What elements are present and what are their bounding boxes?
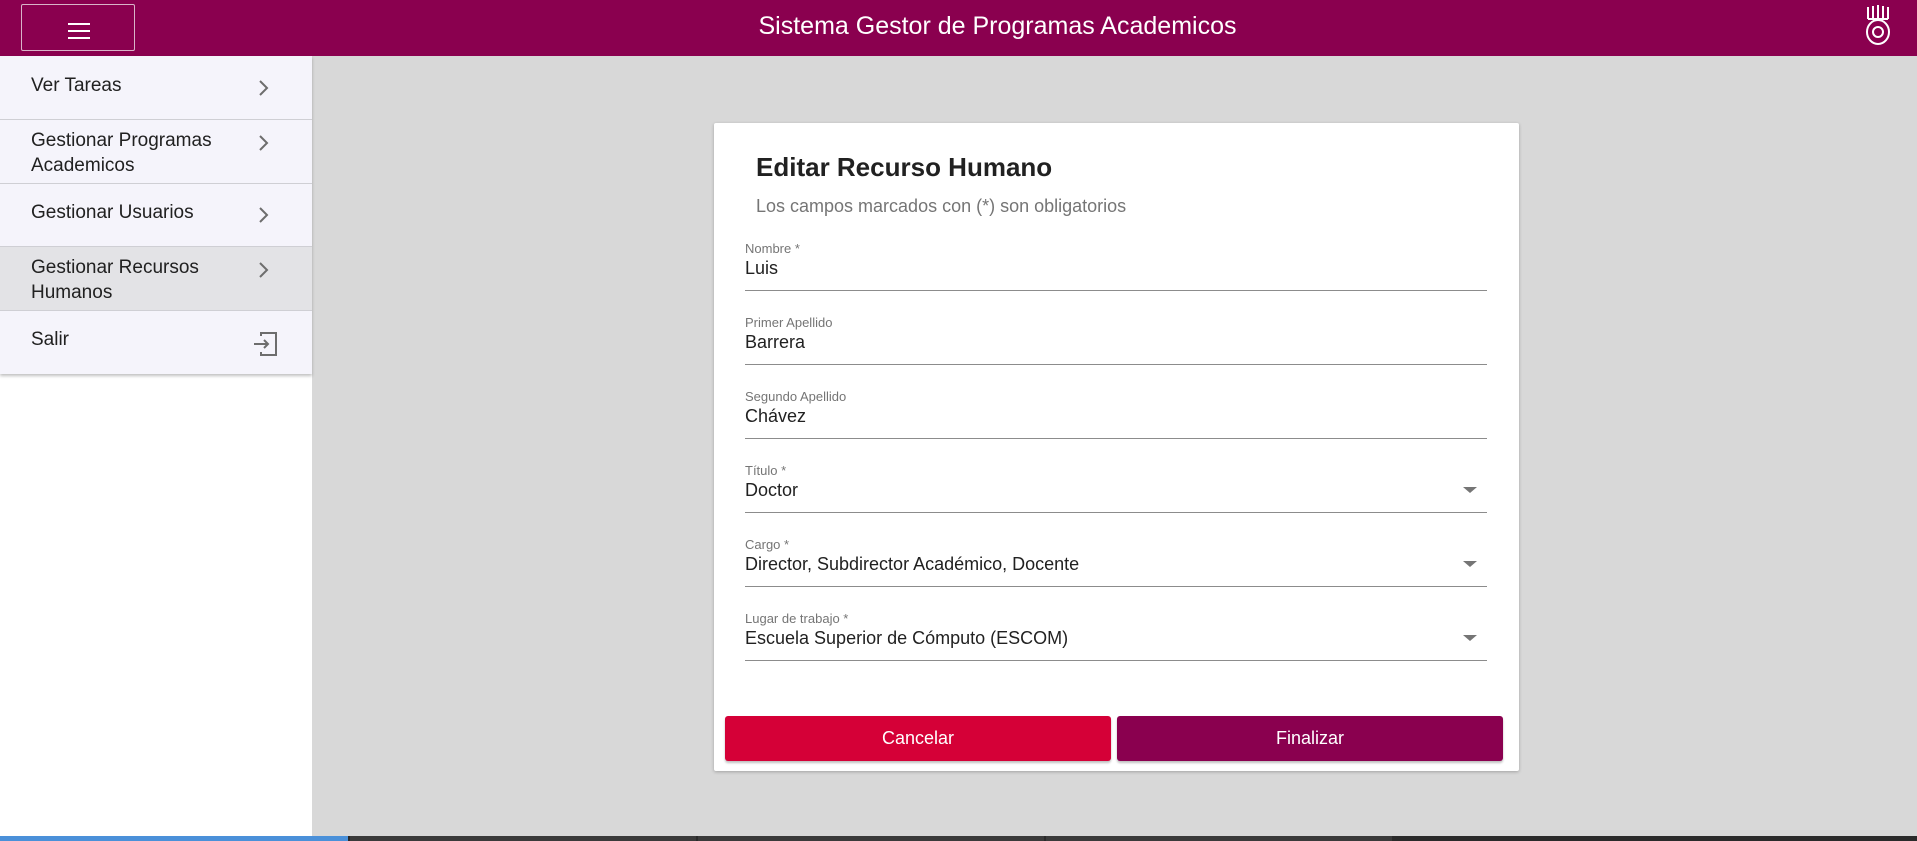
sidebar-item-label-line2: Academicos bbox=[31, 155, 135, 176]
cargo-value: Director, Subdirector Académico, Docente bbox=[745, 554, 1080, 574]
nombre-label: Nombre * bbox=[745, 241, 800, 256]
dropdown-arrow-icon bbox=[1463, 487, 1477, 493]
nombre-value: Luis bbox=[745, 258, 779, 278]
dropdown-arrow-icon bbox=[1463, 635, 1477, 641]
exit-icon bbox=[254, 332, 277, 356]
sidebar-item-salir[interactable]: Salir bbox=[0, 311, 312, 374]
form-title: Editar Recurso Humano bbox=[756, 152, 1053, 182]
lugar-trabajo-select[interactable]: Lugar de trabajo * Escuela Superior de C… bbox=[745, 611, 1487, 661]
top-app-bar: Sistema Gestor de Programas Academicos bbox=[0, 0, 1917, 56]
taskbar bbox=[0, 836, 1917, 841]
dropdown-arrow-icon bbox=[1463, 561, 1477, 567]
segundo-apellido-value: Chávez bbox=[745, 406, 807, 426]
lugar-trabajo-value: Escuela Superior de Cómputo (ESCOM) bbox=[745, 628, 1069, 648]
cancel-button[interactable]: Cancelar bbox=[725, 716, 1111, 761]
taskbar-item[interactable] bbox=[350, 836, 696, 841]
primer-apellido-value: Barrera bbox=[745, 332, 806, 352]
cargo-select[interactable]: Cargo * Director, Subdirector Académico,… bbox=[745, 537, 1487, 587]
finish-button[interactable]: Finalizar bbox=[1117, 716, 1503, 761]
primer-apellido-label: Primer Apellido bbox=[745, 315, 833, 330]
sidebar-item-label-line2: Humanos bbox=[31, 282, 113, 303]
taskbar-item[interactable] bbox=[1046, 836, 1392, 841]
sidebar-item-label: Gestionar Usuarios bbox=[31, 202, 194, 223]
chevron-right-icon bbox=[259, 80, 269, 96]
sidebar-nav: Ver Tareas Gestionar Programas Academico… bbox=[0, 56, 312, 374]
edit-form-card: Editar Recurso Humano Los campos marcado… bbox=[714, 123, 1519, 771]
chevron-right-icon bbox=[259, 262, 269, 278]
segundo-apellido-field[interactable]: Segundo Apellido Chávez bbox=[745, 389, 1487, 439]
app-title: Sistema Gestor de Programas Academicos bbox=[758, 12, 1237, 40]
sidebar-item-gestionar-usuarios[interactable]: Gestionar Usuarios bbox=[0, 184, 312, 247]
sidebar-item-label: Gestionar Programas bbox=[31, 130, 212, 151]
titulo-label: Título * bbox=[745, 463, 787, 478]
ipn-logo-icon bbox=[1866, 5, 1890, 45]
chevron-right-icon bbox=[259, 135, 269, 151]
titulo-select[interactable]: Título * Doctor bbox=[745, 463, 1487, 513]
lugar-trabajo-label: Lugar de trabajo * bbox=[745, 611, 849, 626]
sidebar-item-gestionar-programas[interactable]: Gestionar Programas Academicos bbox=[0, 120, 312, 184]
segundo-apellido-label: Segundo Apellido bbox=[745, 389, 847, 404]
sidebar-item-label: Gestionar Recursos bbox=[31, 257, 199, 278]
primer-apellido-field[interactable]: Primer Apellido Barrera bbox=[745, 315, 1487, 365]
sidebar-item-gestionar-recursos-humanos[interactable]: Gestionar Recursos Humanos bbox=[0, 247, 312, 311]
taskbar-active-item[interactable] bbox=[0, 836, 348, 841]
sidebar-item-label: Salir bbox=[31, 329, 70, 350]
cargo-label: Cargo * bbox=[745, 537, 790, 552]
form-subtitle: Los campos marcados con (*) son obligato… bbox=[756, 196, 1127, 216]
sidebar-item-ver-tareas[interactable]: Ver Tareas bbox=[0, 56, 312, 120]
sidebar: Ver Tareas Gestionar Programas Academico… bbox=[0, 56, 312, 841]
taskbar-item[interactable] bbox=[698, 836, 1044, 841]
chevron-right-icon bbox=[259, 207, 269, 223]
nombre-field[interactable]: Nombre * Luis bbox=[745, 241, 1487, 291]
sidebar-item-label: Ver Tareas bbox=[31, 75, 122, 96]
titulo-value: Doctor bbox=[745, 480, 799, 500]
